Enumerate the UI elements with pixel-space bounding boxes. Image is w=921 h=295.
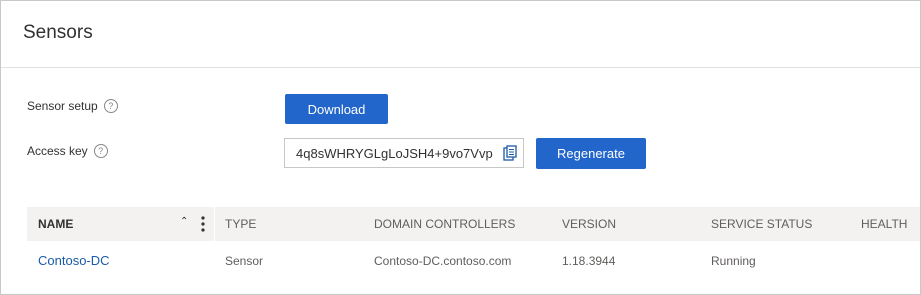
sensor-version: 1.18.3944: [562, 254, 616, 268]
column-header-name[interactable]: NAME: [38, 217, 73, 231]
regenerate-button[interactable]: Regenerate: [536, 138, 646, 169]
sensor-type: Sensor: [225, 254, 264, 268]
sensor-setup-label-group: Sensor setup ?: [27, 99, 118, 113]
download-button[interactable]: Download: [285, 94, 388, 124]
help-icon[interactable]: ?: [93, 144, 108, 158]
sensor-domain-controllers: Contoso-DC.contoso.com: [374, 254, 512, 268]
access-key-label: Access key: [27, 144, 88, 158]
page-title: Sensors: [23, 22, 93, 43]
sensor-setup-label: Sensor setup: [27, 99, 98, 113]
copy-icon[interactable]: [503, 145, 517, 161]
column-header-domain-controllers[interactable]: DOMAIN CONTROLLERS: [374, 217, 515, 231]
column-header-version[interactable]: VERSION: [562, 217, 616, 231]
table-header: NAME ⌃ TYPE DOMAIN CONTROLLERS VERSION S…: [27, 207, 920, 241]
more-vertical-icon[interactable]: [201, 215, 205, 233]
access-key-field[interactable]: 4q8sWHRYGLgLoJSH4+9vo7Vvp: [284, 138, 524, 168]
access-key-label-group: Access key ?: [27, 144, 108, 158]
sort-ascending-icon[interactable]: ⌃: [180, 216, 188, 227]
sensors-panel: Sensors Sensor setup ? Download Access k…: [0, 0, 921, 295]
column-header-service-status[interactable]: SERVICE STATUS: [711, 217, 812, 231]
page-header: Sensors: [1, 1, 920, 68]
column-header-health[interactable]: HEALTH: [861, 217, 907, 231]
column-header-type[interactable]: TYPE: [225, 217, 256, 231]
help-icon[interactable]: ?: [103, 99, 118, 113]
column-divider[interactable]: [214, 207, 215, 241]
sensor-service-status: Running: [711, 254, 756, 268]
sensor-name-link[interactable]: Contoso-DC: [38, 253, 110, 268]
access-key-value[interactable]: 4q8sWHRYGLgLoJSH4+9vo7Vvp: [285, 146, 503, 161]
